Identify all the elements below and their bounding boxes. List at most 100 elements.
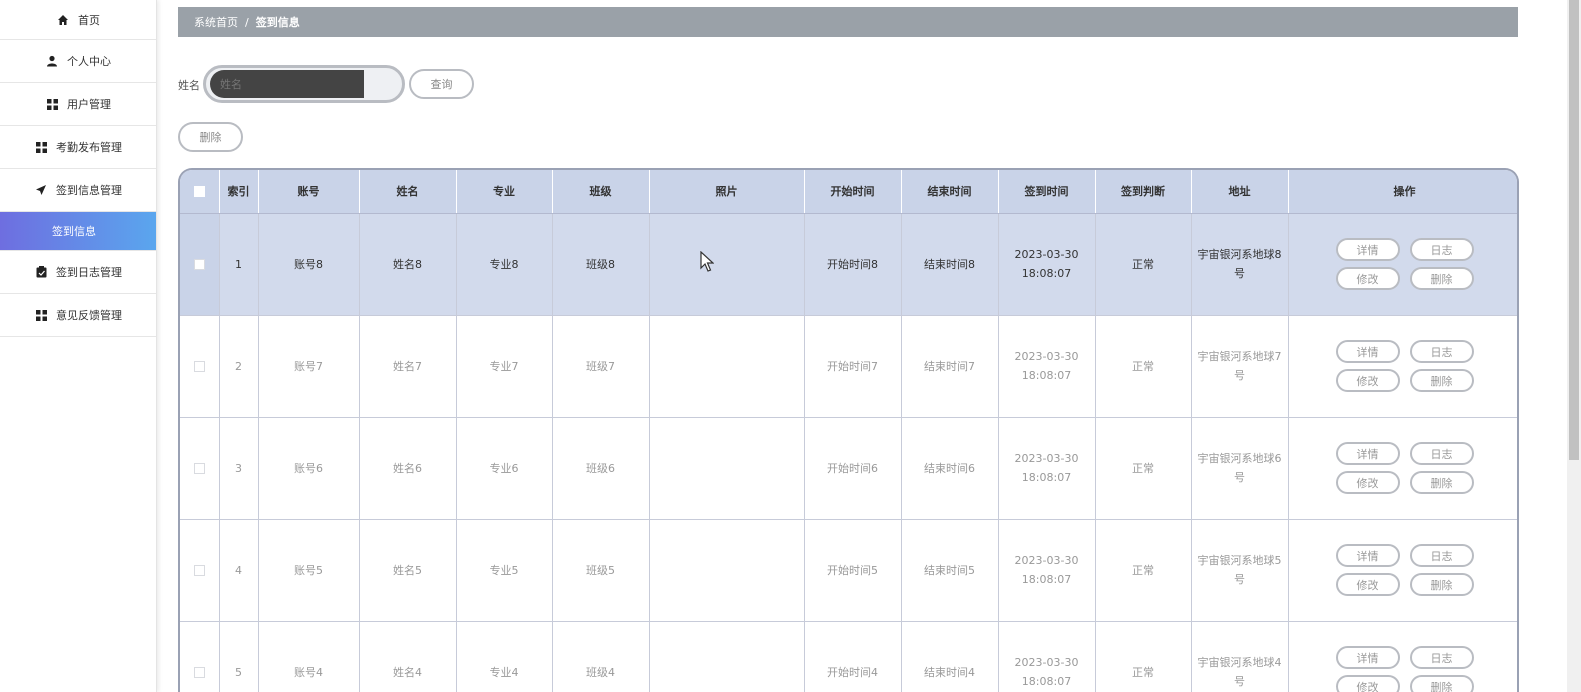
select-all-header[interactable] bbox=[180, 170, 220, 214]
cell-text: 2023-03-30 18:08:07 bbox=[1014, 248, 1079, 280]
cell-index: 3 bbox=[219, 417, 259, 520]
user-icon bbox=[45, 54, 59, 68]
sidebar-item-profile[interactable]: 个人中心 bbox=[0, 40, 156, 83]
sidebar-item-checkin-log[interactable]: 签到日志管理 bbox=[0, 251, 156, 294]
table-row[interactable]: 5 账号4 姓名4 专业4 班级4 开始时间4 结束时间4 2023-03-30 18:08:… bbox=[180, 621, 1517, 692]
header-major: 专业 bbox=[456, 170, 553, 214]
cell-major: 专业4 bbox=[456, 621, 553, 692]
header-index: 索引 bbox=[219, 170, 259, 214]
detail-button[interactable]: 详情 bbox=[1335, 442, 1400, 465]
cell-text: 宇宙银河系地球7号 bbox=[1197, 350, 1282, 382]
row-select-cell[interactable] bbox=[180, 621, 220, 692]
cell-class: 班级4 bbox=[552, 621, 650, 692]
name-search-input[interactable] bbox=[210, 70, 364, 98]
delete-button[interactable]: 删除 bbox=[1409, 573, 1474, 596]
row-checkbox[interactable] bbox=[193, 463, 205, 474]
cell-text: 结束时间8 bbox=[924, 258, 975, 271]
clipboard-icon bbox=[34, 265, 48, 279]
cell-text: 结束时间7 bbox=[924, 360, 975, 373]
cell-index: 2 bbox=[219, 315, 259, 418]
table-row[interactable]: 3 账号6 姓名6 专业6 班级6 开始时间6 结束时间6 2023-03-30 18:08:… bbox=[180, 417, 1518, 520]
detail-button[interactable]: 详情 bbox=[1335, 340, 1400, 363]
sidebar-item-feedback[interactable]: 意见反馈管理 bbox=[0, 294, 156, 337]
delete-button[interactable]: 删除 bbox=[1409, 675, 1474, 692]
cell-text: 2 bbox=[235, 359, 242, 373]
cell-judge: 正常 bbox=[1095, 621, 1192, 692]
cell-photo bbox=[649, 519, 805, 622]
table-row[interactable]: 2 账号7 姓名7 专业7 班级7 开始时间7 结束时间7 2023-03-30 18:08:… bbox=[180, 315, 1517, 418]
select-all-checkbox[interactable] bbox=[193, 186, 205, 198]
row-select-cell[interactable] bbox=[180, 519, 220, 622]
cell-text: 正常 bbox=[1132, 666, 1154, 679]
cell-text: 账号5 bbox=[294, 564, 323, 577]
log-button[interactable]: 日志 bbox=[1409, 442, 1474, 465]
delete-button[interactable]: 删除 bbox=[1409, 267, 1474, 290]
breadcrumb-separator: / bbox=[245, 15, 249, 29]
sidebar: 首页 个人中心 用户管理 考勤发布管理 签到信息管理 签到信息 签到日志管理 意… bbox=[0, 0, 157, 692]
cell-checkin-time: 2023-03-30 18:08:07 bbox=[998, 621, 1096, 692]
edit-button[interactable]: 修改 bbox=[1335, 675, 1400, 692]
cell-text: 账号4 bbox=[294, 666, 323, 679]
detail-button[interactable]: 详情 bbox=[1335, 646, 1400, 669]
row-actions: 详情 日志 修改 删除 bbox=[1289, 544, 1518, 596]
cell-text: 正常 bbox=[1132, 564, 1154, 577]
edit-button[interactable]: 修改 bbox=[1335, 471, 1400, 494]
detail-button[interactable]: 详情 bbox=[1335, 544, 1400, 567]
delete-button[interactable]: 删除 bbox=[1409, 369, 1474, 392]
cell-text: 开始时间8 bbox=[827, 258, 878, 271]
sidebar-item-label: 签到信息管理 bbox=[56, 184, 122, 197]
cell-checkin-time: 2023-03-30 18:08:07 bbox=[998, 417, 1096, 520]
row-checkbox[interactable] bbox=[193, 667, 205, 678]
cell-end: 结束时间8 bbox=[901, 213, 999, 316]
sidebar-item-attendance[interactable]: 考勤发布管理 bbox=[0, 126, 156, 169]
cell-text: 正常 bbox=[1132, 360, 1154, 373]
scrollbar-thumb[interactable] bbox=[1569, 0, 1579, 460]
cell-name: 姓名5 bbox=[359, 519, 457, 622]
sidebar-item-checkin-info[interactable]: 签到信息 bbox=[0, 212, 156, 251]
cell-text: 班级4 bbox=[586, 666, 615, 679]
edit-button[interactable]: 修改 bbox=[1335, 369, 1400, 392]
edit-button[interactable]: 修改 bbox=[1335, 573, 1400, 596]
table-row[interactable]: 1 账号8 姓名8 专业8 班级8 开始时间8 结束时间8 2023-03-30 18:08:… bbox=[180, 213, 1517, 316]
cell-text: 姓名4 bbox=[393, 666, 422, 679]
edit-button[interactable]: 修改 bbox=[1335, 267, 1400, 290]
cell-text: 专业7 bbox=[489, 360, 519, 373]
cell-text: 专业5 bbox=[489, 564, 519, 577]
row-checkbox[interactable] bbox=[193, 259, 205, 270]
row-select-cell[interactable] bbox=[180, 213, 220, 316]
log-button[interactable]: 日志 bbox=[1409, 646, 1474, 669]
row-checkbox[interactable] bbox=[193, 361, 205, 372]
cell-text: 开始时间6 bbox=[827, 462, 878, 475]
log-button[interactable]: 日志 bbox=[1409, 238, 1474, 261]
header-start-time: 开始时间 bbox=[804, 170, 902, 214]
table-row[interactable]: 4 账号5 姓名5 专业5 班级5 开始时间5 结束时间5 2023-03-30 18:08:… bbox=[180, 519, 1518, 622]
row-actions: 详情 日志 修改 删除 bbox=[1289, 442, 1518, 494]
row-select-cell[interactable] bbox=[180, 417, 220, 520]
cell-major: 专业6 bbox=[456, 417, 553, 520]
sidebar-item-checkin-mgmt[interactable]: 签到信息管理 bbox=[0, 169, 156, 212]
row-select-cell[interactable] bbox=[180, 315, 220, 418]
cell-text: 班级5 bbox=[586, 564, 615, 577]
sidebar-item-home[interactable]: 首页 bbox=[0, 0, 156, 40]
sidebar-item-users[interactable]: 用户管理 bbox=[0, 83, 156, 126]
query-button[interactable]: 查询 bbox=[409, 69, 474, 99]
row-checkbox[interactable] bbox=[193, 565, 205, 576]
cell-account: 账号7 bbox=[258, 315, 360, 418]
page-scrollbar[interactable] bbox=[1567, 0, 1581, 692]
cell-account: 账号6 bbox=[258, 417, 360, 520]
app-root: 首页 个人中心 用户管理 考勤发布管理 签到信息管理 签到信息 签到日志管理 意… bbox=[0, 0, 1581, 692]
detail-button[interactable]: 详情 bbox=[1335, 238, 1400, 261]
cell-text: 2023-03-30 18:08:07 bbox=[1014, 350, 1079, 382]
log-button[interactable]: 日志 bbox=[1409, 340, 1474, 363]
cell-start: 开始时间5 bbox=[804, 519, 902, 622]
delete-button[interactable]: 删除 bbox=[1409, 471, 1474, 494]
cell-actions: 详情 日志 修改 删除 bbox=[1288, 519, 1518, 622]
table-header-row: 索引 账号 姓名 专业 班级 照片 开始时间 结束时间 签到时间 签到判断 地址… bbox=[180, 170, 1517, 214]
cell-text: 2023-03-30 18:08:07 bbox=[1014, 452, 1079, 484]
cell-actions: 详情 日志 修改 删除 bbox=[1288, 417, 1518, 520]
batch-delete-button[interactable]: 删除 bbox=[178, 122, 243, 152]
cell-text: 正常 bbox=[1132, 258, 1154, 271]
cell-photo bbox=[649, 213, 805, 316]
log-button[interactable]: 日志 bbox=[1409, 544, 1474, 567]
breadcrumb-home[interactable]: 系统首页 bbox=[194, 14, 238, 30]
